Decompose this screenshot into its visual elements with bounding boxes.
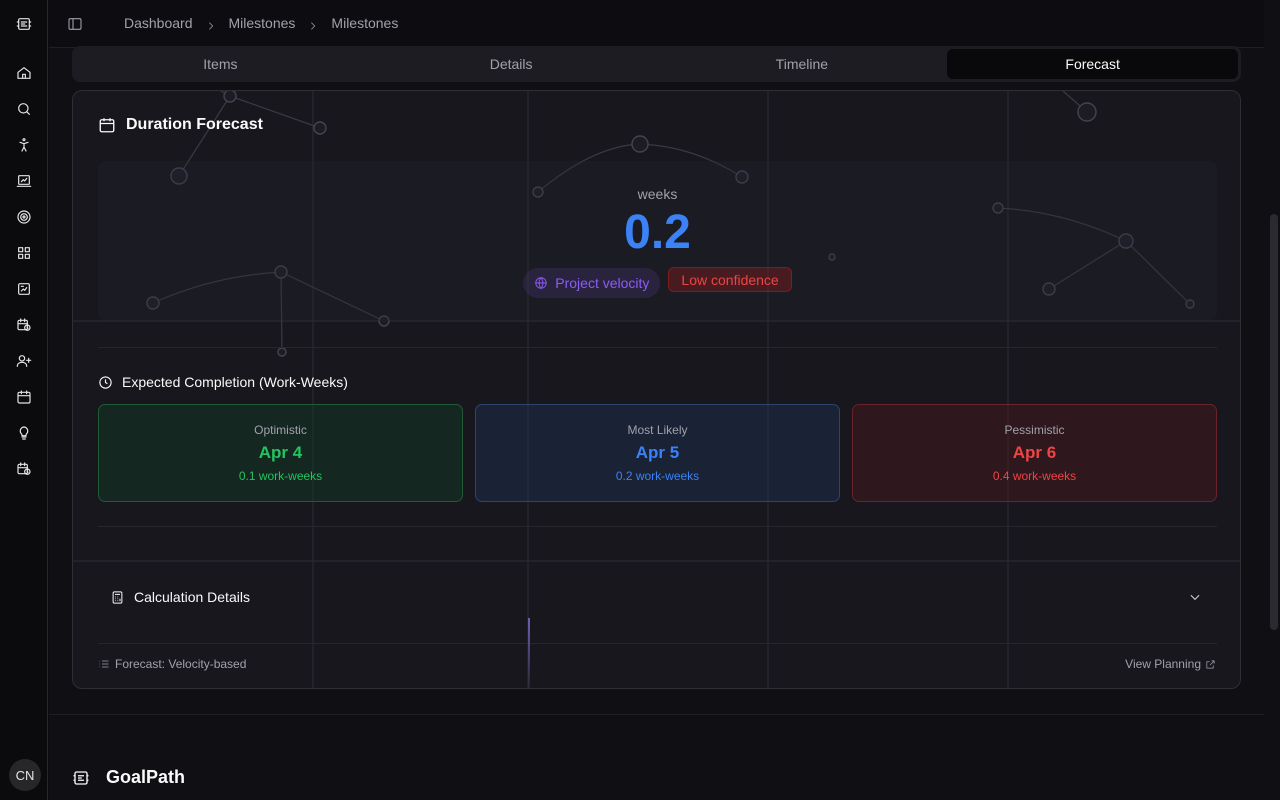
view-planning-link[interactable]: View Planning — [1125, 657, 1216, 671]
optimistic-estimate-card: Optimistic Apr 4 0.1 work-weeks — [98, 404, 463, 502]
forecast-method: Forecast: Velocity-based — [98, 657, 246, 671]
breadcrumb-dashboard[interactable]: Dashboard — [124, 15, 193, 31]
divider — [98, 526, 1217, 527]
avatar[interactable]: CN — [9, 759, 41, 791]
tab-details[interactable]: Details — [366, 49, 657, 79]
sidebar-toggle-icon[interactable] — [67, 16, 83, 32]
home-icon[interactable] — [14, 63, 34, 83]
report-icon[interactable] — [14, 279, 34, 299]
calendar-icon — [99, 118, 115, 133]
tab-bar: Items Details Timeline Forecast — [72, 46, 1241, 82]
vertical-accent-line — [528, 618, 530, 688]
estimate-date: Apr 5 — [635, 443, 680, 462]
estimate-weeks: 0.1 work-weeks — [238, 469, 323, 483]
divider — [49, 714, 1264, 715]
sidebar-rail: CN — [0, 0, 48, 800]
estimate-label: Most Likely — [627, 423, 688, 437]
globe-icon — [535, 277, 547, 289]
estimate-label: Optimistic — [254, 423, 307, 437]
card-title: Duration Forecast — [98, 116, 263, 134]
chevron-right-icon — [206, 18, 216, 30]
divider — [98, 347, 1217, 348]
breadcrumb-current: Milestones — [331, 15, 399, 31]
breadcrumb-milestones[interactable]: Milestones — [229, 15, 296, 31]
chevron-down-icon[interactable] — [1188, 590, 1202, 604]
footer-brand: GoalPath — [72, 767, 185, 788]
main-content: Dashboard Milestones Milestones Items De… — [49, 0, 1280, 800]
completion-title-text: Expected Completion (Work-Weeks) — [122, 374, 348, 390]
calendar-clock-icon[interactable] — [14, 459, 34, 479]
forecast-value: 0.2 — [624, 206, 691, 259]
scrollbar[interactable] — [1270, 214, 1278, 630]
clock-icon — [99, 375, 112, 389]
forecast-badges: Project velocity Low confidence — [98, 267, 1217, 298]
grid-icon[interactable] — [14, 243, 34, 263]
duration-forecast-card: Duration Forecast weeks 0.2 Project velo… — [72, 90, 1241, 689]
logo-icon[interactable] — [14, 14, 34, 34]
pessimistic-estimate-card: Pessimistic Apr 6 0.4 work-weeks — [852, 404, 1217, 502]
estimate-date: Apr 4 — [258, 443, 303, 462]
velocity-badge: Project velocity — [523, 268, 661, 298]
forecast-summary: weeks 0.2 Project velocity Low confidenc… — [98, 161, 1217, 321]
tab-items[interactable]: Items — [75, 49, 366, 79]
estimate-weeks: 0.4 work-weeks — [992, 469, 1077, 483]
calculation-details-toggle[interactable]: Calculation Details — [110, 589, 250, 605]
card-title-text: Duration Forecast — [126, 116, 263, 133]
estimate-date: Apr 6 — [1012, 443, 1057, 462]
view-planning-label: View Planning — [1125, 657, 1201, 671]
forecast-unit: weeks — [637, 186, 678, 202]
breadcrumb: Dashboard Milestones Milestones — [124, 15, 398, 31]
tab-forecast[interactable]: Forecast — [947, 49, 1238, 79]
chart-icon[interactable] — [14, 171, 34, 191]
velocity-badge-label: Project velocity — [555, 275, 650, 291]
most-likely-estimate-card: Most Likely Apr 5 0.2 work-weeks — [475, 404, 840, 502]
completion-section-title: Expected Completion (Work-Weeks) — [98, 374, 348, 390]
brand-name: GoalPath — [106, 767, 186, 787]
calendar-clock-icon[interactable] — [14, 315, 34, 335]
estimate-weeks: 0.2 work-weeks — [615, 469, 700, 483]
calculator-icon — [112, 590, 123, 604]
target-icon[interactable] — [14, 207, 34, 227]
chevron-right-icon — [308, 18, 318, 30]
search-icon[interactable] — [14, 99, 34, 119]
user-plus-icon[interactable] — [14, 351, 34, 371]
accessibility-icon[interactable] — [14, 135, 34, 155]
list-icon — [99, 660, 109, 668]
tab-timeline[interactable]: Timeline — [657, 49, 948, 79]
confidence-badge: Low confidence — [668, 267, 792, 292]
lightbulb-icon[interactable] — [14, 423, 34, 443]
forecast-method-text: Forecast: Velocity-based — [115, 657, 247, 671]
external-link-icon — [1206, 659, 1215, 669]
calculation-details-label: Calculation Details — [134, 589, 250, 605]
logo-icon — [73, 770, 89, 785]
calendar-icon[interactable] — [14, 387, 34, 407]
divider — [98, 643, 1217, 644]
estimate-label: Pessimistic — [1004, 423, 1065, 437]
top-bar: Dashboard Milestones Milestones — [49, 0, 1264, 48]
